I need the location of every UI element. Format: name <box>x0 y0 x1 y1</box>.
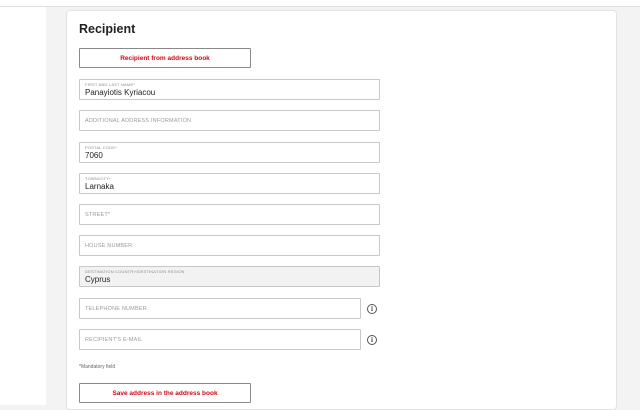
street-field[interactable]: STREET* <box>79 204 380 225</box>
email-placeholder: RECIPIENT'S E-MAIL <box>85 337 143 343</box>
name-value: Panayiotis Kyriacou <box>85 88 156 97</box>
additional-address-placeholder: ADDITIONAL ADDRESS INFORMATION <box>85 118 192 124</box>
town-city-label: TOWN/CITY* <box>85 176 111 181</box>
destination-country-value: Cyprus <box>85 275 111 284</box>
top-bar <box>0 0 640 7</box>
recipient-from-address-book-button[interactable]: Recipient from address book <box>79 48 251 68</box>
email-field[interactable]: RECIPIENT'S E-MAIL <box>79 329 361 350</box>
telephone-info-icon[interactable]: i <box>367 304 377 314</box>
section-title: Recipient <box>79 22 136 36</box>
house-number-placeholder: HOUSE NUMBER <box>85 243 133 249</box>
house-number-field[interactable]: HOUSE NUMBER <box>79 235 380 256</box>
postal-code-value: 7060 <box>85 151 103 160</box>
destination-country-label: DESTINATION COUNTRY/DESTINATION REGION <box>85 269 185 274</box>
town-city-field[interactable]: TOWN/CITY* Larnaka <box>79 173 380 194</box>
mandatory-field-note: *Mandatory field <box>79 364 116 370</box>
email-info-icon[interactable]: i <box>367 335 377 345</box>
telephone-placeholder: TELEPHONE NUMBER <box>85 306 147 312</box>
telephone-field[interactable]: TELEPHONE NUMBER <box>79 298 361 319</box>
postal-code-label: POSTAL CODE* <box>85 145 117 150</box>
additional-address-field[interactable]: ADDITIONAL ADDRESS INFORMATION <box>79 110 380 131</box>
name-field[interactable]: FIRST AND LAST NAME* Panayiotis Kyriacou <box>79 79 380 100</box>
save-address-button[interactable]: Save address in the address book <box>79 383 251 403</box>
town-city-value: Larnaka <box>85 182 114 191</box>
name-label: FIRST AND LAST NAME* <box>85 82 136 87</box>
postal-code-field[interactable]: POSTAL CODE* 7060 <box>79 142 380 163</box>
left-column <box>0 7 46 405</box>
destination-country-field: DESTINATION COUNTRY/DESTINATION REGION C… <box>79 266 380 287</box>
street-placeholder: STREET* <box>85 212 111 218</box>
